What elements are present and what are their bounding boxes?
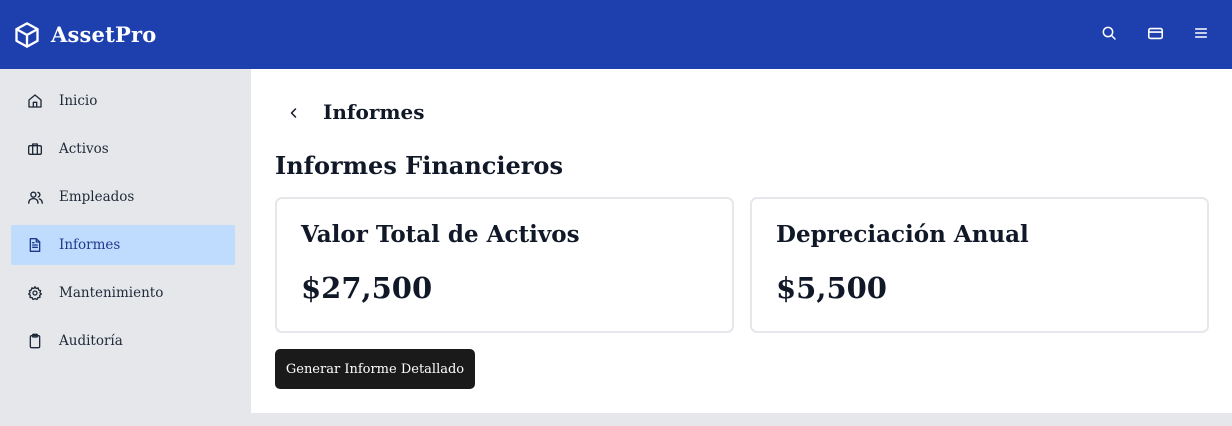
sidebar-item-label: Auditoría bbox=[59, 333, 123, 349]
card-label: Valor Total de Activos bbox=[301, 221, 580, 248]
sidebar-item-label: Mantenimiento bbox=[59, 285, 164, 301]
file-text-icon bbox=[26, 236, 44, 254]
sidebar-item-empleados[interactable]: Empleados bbox=[11, 177, 235, 217]
clipboard-icon bbox=[26, 332, 44, 350]
sidebar-item-label: Inicio bbox=[59, 93, 98, 109]
brand[interactable]: AssetPro bbox=[13, 21, 156, 49]
gear-icon bbox=[26, 284, 44, 302]
annual-depreciation-card: Depreciación Anual $5,500 bbox=[750, 197, 1209, 333]
menu-icon[interactable] bbox=[1192, 22, 1210, 44]
card-value: $5,500 bbox=[776, 271, 887, 305]
sidebar-item-activos[interactable]: Activos bbox=[11, 129, 235, 169]
search-icon[interactable] bbox=[1100, 22, 1118, 44]
page-title: Informes bbox=[323, 100, 425, 124]
credit-card-icon[interactable] bbox=[1146, 22, 1164, 44]
sidebar-item-auditoria[interactable]: Auditoría bbox=[11, 321, 235, 361]
total-assets-card: Valor Total de Activos $27,500 bbox=[275, 197, 734, 333]
brand-name: AssetPro bbox=[51, 22, 157, 47]
chevron-left-icon[interactable] bbox=[285, 104, 303, 122]
sidebar: Inicio Activos Empleados Informes Manten… bbox=[0, 69, 251, 426]
top-actions bbox=[1100, 22, 1210, 44]
section-title: Informes Financieros bbox=[275, 151, 563, 180]
users-icon bbox=[26, 188, 44, 206]
sidebar-item-label: Empleados bbox=[59, 189, 135, 205]
generate-report-button[interactable]: Generar Informe Detallado bbox=[275, 349, 475, 389]
sidebar-item-informes[interactable]: Informes bbox=[11, 225, 235, 265]
home-icon bbox=[26, 92, 44, 110]
sidebar-item-mantenimiento[interactable]: Mantenimiento bbox=[11, 273, 235, 313]
card-value: $27,500 bbox=[301, 271, 433, 305]
top-bar: AssetPro bbox=[0, 0, 1232, 69]
cube-icon bbox=[13, 21, 41, 49]
main-content: Informes Informes Financieros Valor Tota… bbox=[251, 69, 1232, 413]
sidebar-item-label: Activos bbox=[59, 141, 109, 157]
card-label: Depreciación Anual bbox=[776, 221, 1029, 248]
briefcase-icon bbox=[26, 140, 44, 158]
sidebar-item-label: Informes bbox=[59, 237, 121, 253]
sidebar-item-inicio[interactable]: Inicio bbox=[11, 81, 235, 121]
